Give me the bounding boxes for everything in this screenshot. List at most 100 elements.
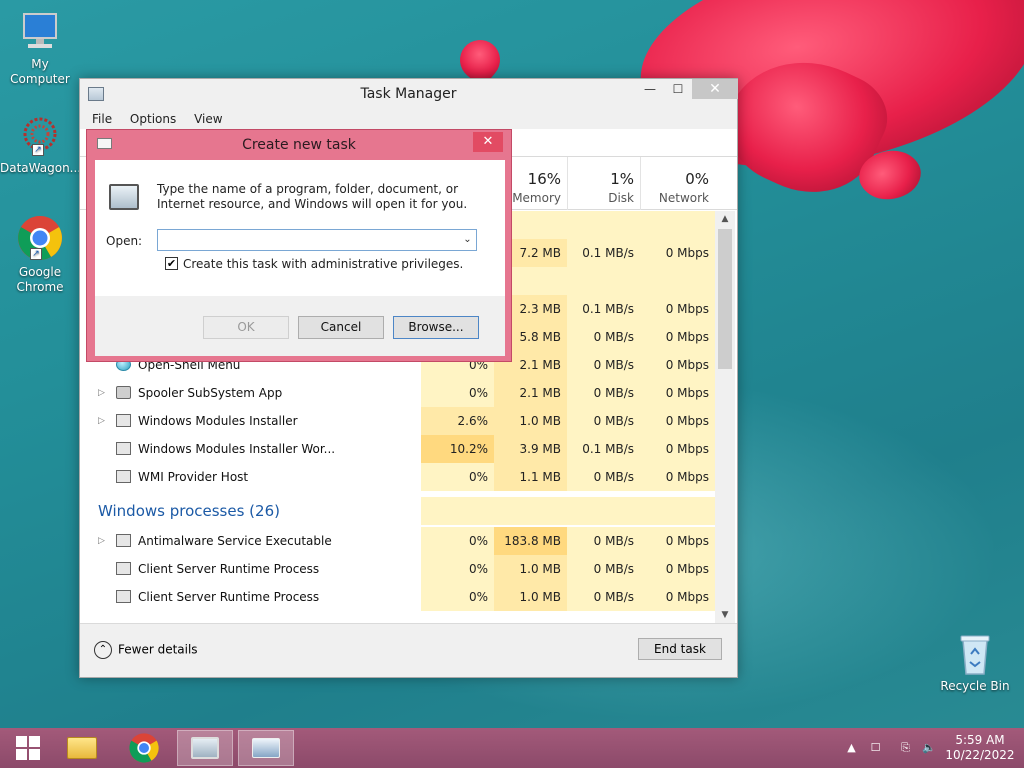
disk-cell: 0 MB/s	[567, 351, 640, 379]
disk-label: Disk	[608, 191, 634, 205]
desktop-icon-label: My Computer	[10, 57, 70, 86]
create-new-task-dialog: Create new task ✕ Type the name of a pro…	[86, 129, 512, 362]
expand-chevron-icon[interactable]: ▷	[98, 527, 105, 555]
network-cell: 0 Mbps	[640, 295, 715, 323]
disk-cell: 0 MB/s	[567, 323, 640, 351]
memory-cell: 1.1 MB	[494, 463, 567, 491]
disk-cell: 0.1 MB/s	[567, 295, 640, 323]
dialog-close-button[interactable]: ✕	[473, 132, 503, 152]
minimize-button[interactable]: —	[636, 79, 664, 99]
admin-privileges-label[interactable]: Create this task with administrative pri…	[183, 257, 463, 271]
disk-cell: 0.1 MB/s	[567, 239, 640, 267]
shortcut-arrow-icon: ↗	[30, 248, 42, 260]
taskbar-chrome[interactable]	[116, 730, 172, 766]
action-center-icon[interactable]: ☐	[869, 741, 882, 754]
windows-logo-icon	[16, 736, 40, 760]
column-header-disk[interactable]: 1% Disk	[567, 157, 640, 210]
network-cell: 0 Mbps	[640, 463, 715, 491]
desktop-icon-label: DataWagon...	[0, 161, 82, 175]
network-cell: 0 Mbps	[640, 239, 715, 267]
disk-cell: 0 MB/s	[567, 463, 640, 491]
taskbar-create-new-task[interactable]	[238, 730, 294, 766]
cpu-cell: 10.2%	[421, 435, 494, 463]
desktop-icon-google-chrome[interactable]: ↗ Google Chrome	[0, 214, 80, 295]
network-cell: 0 Mbps	[640, 351, 715, 379]
table-row[interactable]: WMI Provider Host 0% 1.1 MB 0 MB/s 0 Mbp…	[80, 463, 715, 491]
taskbar-file-explorer[interactable]	[54, 730, 110, 766]
network-cell: 0 Mbps	[640, 435, 715, 463]
table-row[interactable]: ▷ Spooler SubSystem App 0% 2.1 MB 0 MB/s…	[80, 379, 715, 407]
disk-percent: 1%	[610, 170, 634, 188]
desktop-icon-my-computer[interactable]: My Computer	[0, 10, 80, 87]
chevron-down-icon[interactable]: ⌄	[459, 230, 476, 250]
clock-date: 10/22/2022	[945, 748, 1015, 762]
expand-chevron-icon[interactable]: ▷	[98, 379, 105, 407]
vertical-scrollbar[interactable]: ▲ ▼	[715, 211, 735, 623]
table-row[interactable]: Client Server Runtime Process 0% 1.0 MB …	[80, 583, 715, 611]
network-percent: 0%	[685, 170, 709, 188]
table-row[interactable]: ▷ Windows Modules Installer 2.6% 1.0 MB …	[80, 407, 715, 435]
process-name: Windows Modules Installer Wor...	[138, 442, 336, 456]
process-name: Antimalware Service Executable	[138, 534, 332, 548]
menu-file[interactable]: File	[92, 109, 112, 129]
group-header-row[interactable]: Windows processes (26)	[80, 497, 715, 525]
fewer-details-button[interactable]: ⌃ Fewer details	[94, 639, 198, 659]
disk-cell: 0 MB/s	[567, 583, 640, 611]
close-button[interactable]: ✕	[692, 79, 738, 99]
dialog-title: Create new task	[242, 137, 356, 153]
task-manager-icon	[191, 737, 219, 759]
app-window-icon	[116, 590, 131, 603]
open-input[interactable]	[157, 229, 477, 251]
taskbar-task-manager[interactable]	[177, 730, 233, 766]
chrome-icon: ↗	[16, 214, 64, 262]
admin-privileges-checkbox[interactable]: ✔	[165, 257, 178, 270]
open-label: Open:	[106, 234, 143, 248]
expand-chevron-icon[interactable]: ▷	[98, 407, 105, 435]
table-row[interactable]: Windows Modules Installer Wor... 10.2% 3…	[80, 435, 715, 463]
clock[interactable]: 5:59 AM 10/22/2022	[936, 733, 1024, 763]
run-icon	[252, 738, 280, 758]
maximize-button[interactable]: ☐	[664, 79, 692, 99]
app-window-icon	[116, 442, 131, 455]
volume-icon[interactable]: 🔈	[922, 741, 936, 754]
network-cell: 0 Mbps	[640, 583, 715, 611]
network-cell: 0 Mbps	[640, 555, 715, 583]
shortcut-arrow-icon: ↗	[32, 144, 44, 156]
network-icon[interactable]: ⎘	[899, 741, 912, 754]
table-row[interactable]: ▷ Antimalware Service Executable 0% 183.…	[80, 527, 715, 555]
chevron-up-icon: ⌃	[94, 640, 112, 659]
network-cell: 0 Mbps	[640, 407, 715, 435]
desktop-icon-recycle-bin[interactable]: Recycle Bin	[935, 630, 1015, 694]
desktop-icon-datawagon[interactable]: ↗ DataWagon...	[0, 114, 82, 176]
scroll-up-icon[interactable]: ▲	[715, 211, 735, 227]
start-button[interactable]	[0, 730, 56, 766]
task-manager-title-bar[interactable]: Task Manager — ☐ ✕	[80, 79, 738, 109]
computer-icon	[18, 10, 62, 54]
memory-cell: 1.0 MB	[494, 583, 567, 611]
task-manager-icon	[109, 184, 139, 210]
network-cell: 0 Mbps	[640, 527, 715, 555]
desktop-icon-label: Recycle Bin	[940, 679, 1010, 693]
end-task-button[interactable]: End task	[638, 638, 722, 660]
scroll-down-icon[interactable]: ▼	[715, 607, 735, 623]
show-hidden-icons-icon[interactable]: ▲	[845, 741, 858, 754]
desktop-icon-label: Google Chrome	[16, 265, 64, 294]
dialog-body: Type the name of a program, folder, docu…	[95, 160, 505, 356]
memory-cell: 1.0 MB	[494, 407, 567, 435]
cpu-cell: 0%	[421, 583, 494, 611]
disk-cell: 0 MB/s	[567, 527, 640, 555]
browse-button[interactable]: Browse...	[393, 316, 479, 339]
ok-button[interactable]: OK	[203, 316, 289, 339]
dialog-title-bar[interactable]: Create new task ✕	[87, 130, 511, 158]
process-name: Client Server Runtime Process	[138, 590, 320, 604]
taskbar: ▲ ☐ ⎘ 🔈 5:59 AM 10/22/2022	[0, 728, 1024, 768]
memory-cell: 183.8 MB	[494, 527, 567, 555]
menu-bar: File Options View	[80, 109, 737, 129]
menu-options[interactable]: Options	[130, 109, 176, 129]
menu-view[interactable]: View	[194, 109, 222, 129]
cancel-button[interactable]: Cancel	[298, 316, 384, 339]
table-row[interactable]: Client Server Runtime Process 0% 1.0 MB …	[80, 555, 715, 583]
app-window-icon	[116, 534, 131, 547]
column-header-network[interactable]: 0% Network	[640, 157, 715, 210]
scroll-thumb[interactable]	[718, 229, 732, 369]
